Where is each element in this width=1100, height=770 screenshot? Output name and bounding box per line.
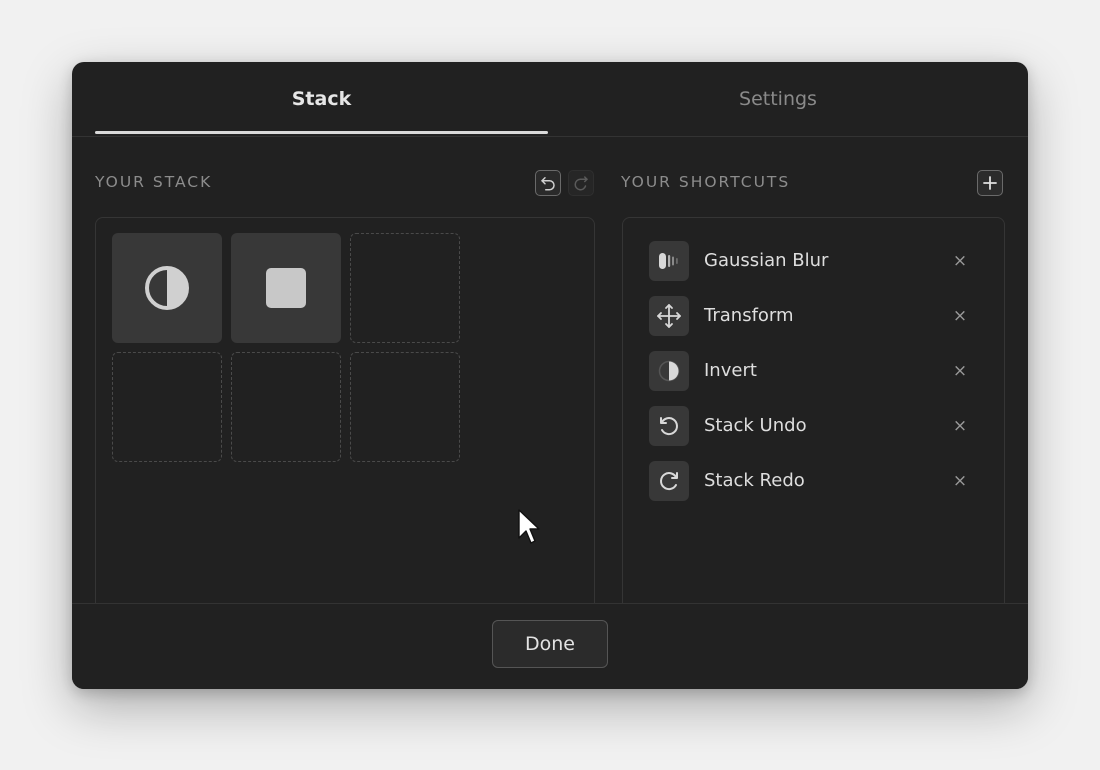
redo-icon: [574, 176, 588, 191]
shortcut-icon-tile: [649, 296, 689, 336]
shortcut-label: Invert: [704, 360, 757, 381]
move-icon: [657, 304, 681, 328]
remove-shortcut-button[interactable]: ×: [948, 406, 972, 446]
shortcut-icon-tile: [649, 406, 689, 446]
your-stack-heading: YOUR STACK: [95, 173, 213, 191]
tab-settings[interactable]: Settings: [550, 62, 1006, 136]
shortcut-invert[interactable]: Invert ×: [648, 351, 978, 391]
shortcut-label: Transform: [704, 305, 794, 326]
invert-icon: [145, 266, 189, 310]
shortcut-label: Stack Undo: [704, 415, 807, 436]
stack-slot-2[interactable]: [231, 233, 341, 343]
add-shortcut-button[interactable]: [977, 170, 1003, 196]
shortcut-label: Stack Redo: [704, 470, 805, 491]
stack-slot-3[interactable]: [350, 233, 460, 343]
stack-undo-button[interactable]: [535, 170, 561, 196]
shortcut-label: Gaussian Blur: [704, 250, 829, 271]
undo-icon: [541, 177, 555, 191]
stack-slot-1[interactable]: [112, 233, 222, 343]
shortcut-icon-tile: [649, 351, 689, 391]
tab-stack[interactable]: Stack: [95, 62, 548, 136]
blur-icon: [659, 253, 678, 269]
stack-slot-6[interactable]: [350, 352, 460, 462]
remove-shortcut-button[interactable]: ×: [948, 296, 972, 336]
remove-shortcut-button[interactable]: ×: [948, 351, 972, 391]
stack-dialog: Stack Settings YOUR STACK YOUR SHORTCUTS: [72, 62, 1028, 689]
remove-shortcut-button[interactable]: ×: [948, 461, 972, 501]
shortcut-gaussian-blur[interactable]: Gaussian Blur ×: [648, 241, 978, 281]
invert-icon: [658, 360, 680, 382]
shortcut-stack-redo[interactable]: Stack Redo ×: [648, 461, 978, 501]
plus-icon: [983, 176, 997, 190]
stack-slot-4[interactable]: [112, 352, 222, 462]
dialog-footer: Done: [72, 603, 1028, 689]
undo-icon: [660, 417, 678, 436]
shortcut-icon-tile: [649, 241, 689, 281]
remove-shortcut-button[interactable]: ×: [948, 241, 972, 281]
active-tab-indicator: [95, 131, 548, 134]
mouse-cursor-icon: [518, 509, 540, 544]
stack-redo-button[interactable]: [568, 170, 594, 196]
square-icon: [266, 268, 306, 308]
redo-icon: [660, 472, 678, 491]
your-shortcuts-heading: YOUR SHORTCUTS: [621, 173, 791, 191]
shortcut-icon-tile: [649, 461, 689, 501]
stack-slot-5[interactable]: [231, 352, 341, 462]
tab-bar: Stack Settings: [72, 62, 1028, 137]
shortcut-transform[interactable]: Transform ×: [648, 296, 978, 336]
done-button[interactable]: Done: [492, 620, 608, 668]
shortcut-stack-undo[interactable]: Stack Undo ×: [648, 406, 978, 446]
